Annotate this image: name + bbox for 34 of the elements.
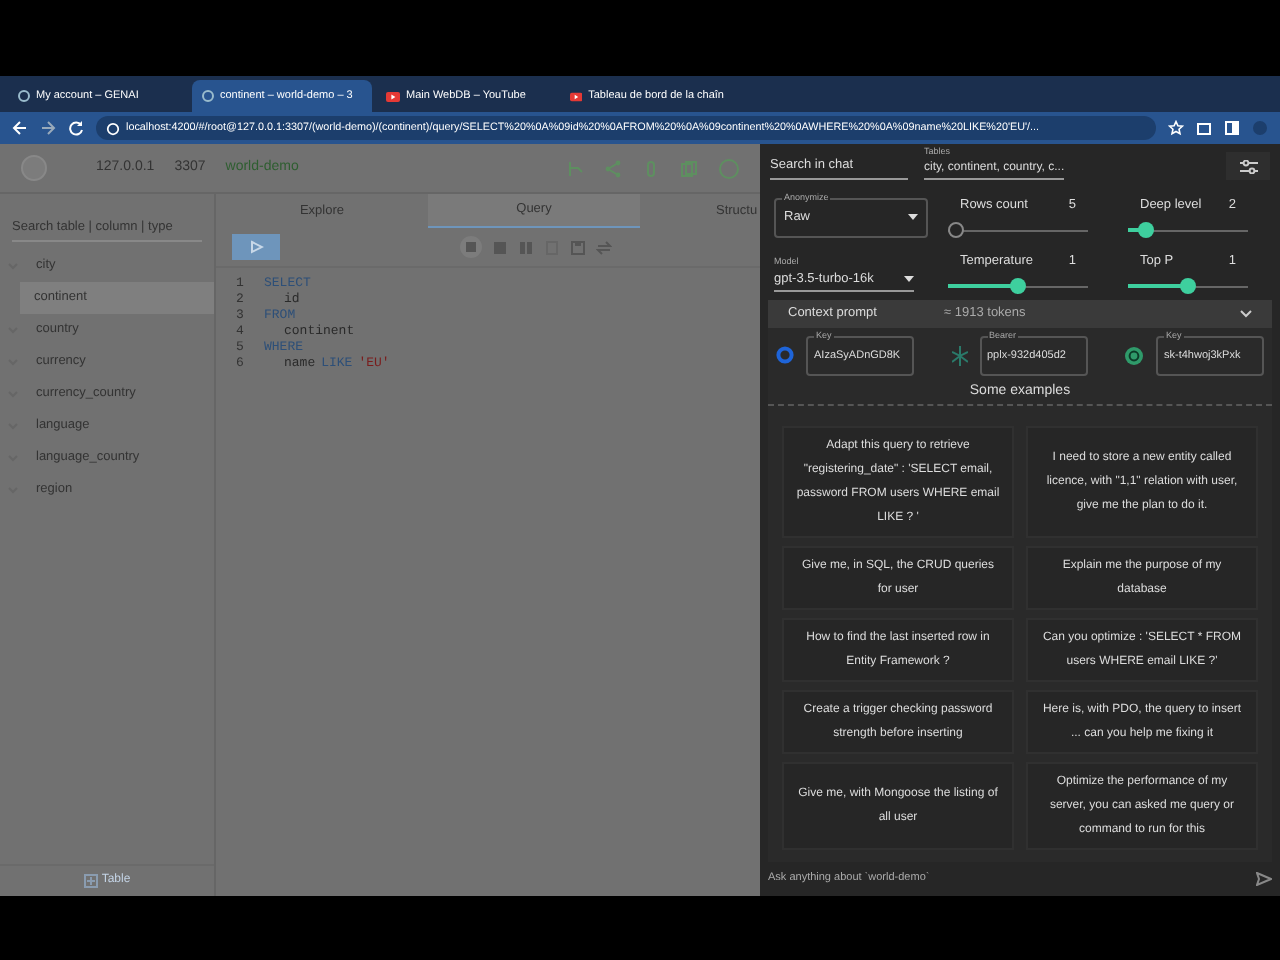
- star-icon[interactable]: [1168, 120, 1184, 136]
- slider[interactable]: [948, 278, 1088, 295]
- slider[interactable]: [948, 222, 1088, 239]
- back-icon[interactable]: [12, 120, 28, 136]
- globe-icon: [202, 90, 214, 102]
- forward-icon[interactable]: [40, 120, 56, 136]
- send-icon[interactable]: [1256, 871, 1272, 886]
- sidebar-icon[interactable]: [1224, 120, 1240, 136]
- share-icon[interactable]: [604, 159, 622, 177]
- swap-icon[interactable]: [596, 239, 612, 255]
- dropdown-arrow-icon: [908, 213, 918, 222]
- knot-icon: [1124, 345, 1144, 366]
- profile-icon[interactable]: [1252, 120, 1268, 136]
- slider[interactable]: [1128, 278, 1248, 295]
- filter-settings-button[interactable]: [1226, 152, 1270, 181]
- chat-icon[interactable]: [718, 157, 740, 179]
- reload-icon[interactable]: [68, 120, 84, 136]
- site-info-icon: [106, 121, 120, 135]
- plus-icon: [83, 874, 98, 888]
- run-button[interactable]: [232, 234, 280, 260]
- globe-icon: [18, 90, 30, 102]
- asterisk-icon: [951, 345, 967, 366]
- ring-icon: [776, 346, 794, 365]
- sliders-icon: [1239, 159, 1257, 174]
- dropdown-arrow-icon: [904, 275, 914, 284]
- slider[interactable]: [1128, 222, 1248, 239]
- chevron-icon: [1240, 310, 1252, 319]
- play-icon: [249, 240, 263, 254]
- play-icon: [570, 91, 583, 101]
- play-icon: [386, 91, 400, 101]
- columns-icon[interactable]: [518, 239, 534, 255]
- attachment-icon[interactable]: [642, 159, 660, 177]
- save-icon[interactable]: [570, 239, 586, 255]
- copy-icon[interactable]: [680, 159, 698, 177]
